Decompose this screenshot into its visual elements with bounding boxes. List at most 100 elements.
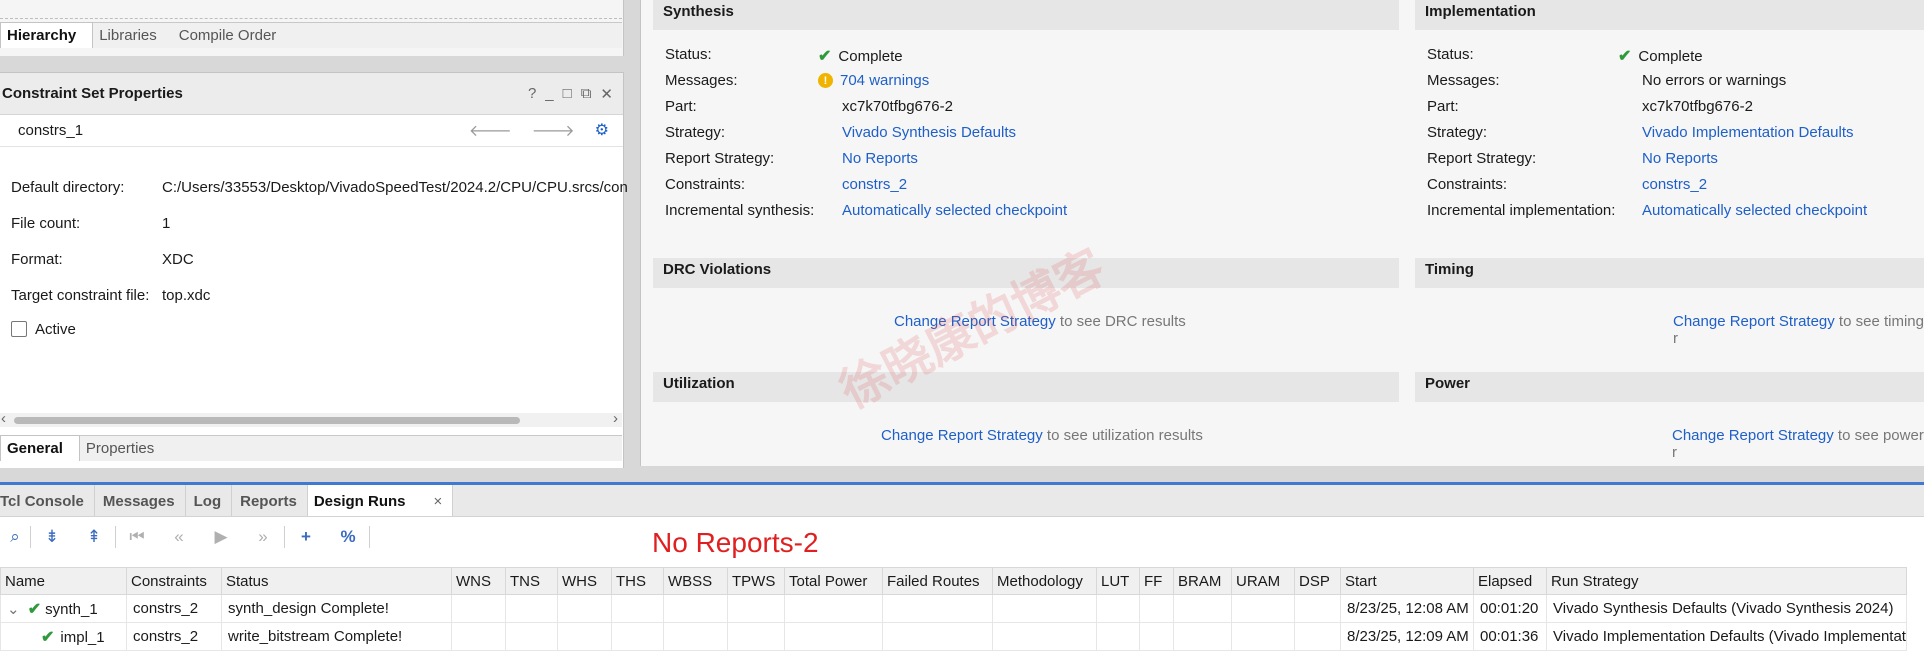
synth-status-value: Complete xyxy=(838,47,903,65)
util-change-strategy-link[interactable]: Change Report Strategy xyxy=(881,427,1043,444)
column-header[interactable]: WNS xyxy=(451,567,506,595)
table-cell xyxy=(557,594,612,623)
first-icon[interactable]: ⏮ xyxy=(116,527,158,547)
tab-properties[interactable]: Properties xyxy=(80,436,170,461)
tab-reports[interactable]: Reports xyxy=(240,485,308,516)
table-row[interactable]: ✔ impl_1 constrs_2 write_bitstream Comple… xyxy=(0,622,1907,651)
impl-incremental-link[interactable]: Automatically selected checkpoint xyxy=(1642,202,1867,219)
impl-strategy-link[interactable]: Vivado Implementation Defaults xyxy=(1642,124,1854,141)
column-header[interactable]: Failed Routes xyxy=(882,567,993,595)
label: Incremental implementation: xyxy=(1427,202,1616,219)
tab-compile-order[interactable]: Compile Order xyxy=(173,23,293,48)
column-header[interactable]: TPWS xyxy=(727,567,785,595)
tab-messages[interactable]: Messages xyxy=(103,485,186,516)
column-header[interactable]: Start xyxy=(1340,567,1474,595)
column-header[interactable]: DSP xyxy=(1294,567,1341,595)
table-cell: Vivado Synthesis Defaults (Vivado Synthe… xyxy=(1546,594,1907,623)
synth-strategy-row: Strategy: Vivado Synthesis Defaults xyxy=(665,124,1016,141)
table-cell xyxy=(505,594,558,623)
back-arrow-icon[interactable]: 🡐 xyxy=(469,120,512,141)
active-checkbox[interactable] xyxy=(11,321,27,337)
divider xyxy=(369,526,370,548)
impl-report-link[interactable]: No Reports xyxy=(1642,150,1718,167)
synth-incremental-link[interactable]: Automatically selected checkpoint xyxy=(842,202,1067,219)
column-header[interactable]: Methodology xyxy=(992,567,1097,595)
column-header[interactable]: TNS xyxy=(505,567,558,595)
table-cell xyxy=(882,622,993,651)
forward-arrow-icon[interactable]: 🡒 xyxy=(532,120,575,141)
chevron-down-icon[interactable]: ⌄ xyxy=(7,601,20,618)
label: Status: xyxy=(1427,46,1474,63)
column-header[interactable]: WHS xyxy=(557,567,612,595)
table-cell xyxy=(1231,622,1295,651)
impl-part-row: Part: xc7k70tfbg676-2 xyxy=(1427,98,1753,115)
help-icon[interactable]: ? xyxy=(528,85,536,103)
column-header[interactable]: Run Strategy xyxy=(1546,567,1907,595)
table-row[interactable]: ⌄ ✔ synth_1 constrs_2 synth_design Comple… xyxy=(0,594,1907,623)
search-icon[interactable]: ⌕ xyxy=(0,527,30,547)
column-header[interactable]: THS xyxy=(611,567,664,595)
project-summary-panel: Synthesis Status: ✔ Complete Messages:! 704… xyxy=(640,0,1924,466)
previous-icon[interactable]: « xyxy=(158,527,200,547)
synth-strategy-link[interactable]: Vivado Synthesis Defaults xyxy=(842,124,1016,141)
collapse-all-icon[interactable]: ⇟ xyxy=(31,527,73,547)
prop-value: C:/Users/33553/Desktop/VivadoSpeedTest/2… xyxy=(162,179,628,196)
table-cell xyxy=(451,622,506,651)
impl-strategy-row: Strategy: Vivado Implementation Defaults xyxy=(1427,124,1854,141)
play-icon[interactable]: ▶ xyxy=(200,527,242,547)
table-cell xyxy=(451,594,506,623)
table-cell xyxy=(882,594,993,623)
panel-titlebar: Constraint Set Properties ? _ □ ⧉ ✕ xyxy=(0,73,623,115)
float-icon[interactable]: ⧉ xyxy=(581,85,592,103)
column-header[interactable]: BRAM xyxy=(1173,567,1232,595)
tab-libraries[interactable]: Libraries xyxy=(93,23,173,48)
column-header[interactable]: Status xyxy=(221,567,452,595)
impl-constraints-link[interactable]: constrs_2 xyxy=(1642,176,1707,193)
column-header[interactable]: Total Power xyxy=(784,567,883,595)
scrollbar-thumb[interactable] xyxy=(14,417,520,424)
tab-design-runs[interactable]: Design Runs × xyxy=(307,485,454,516)
add-icon[interactable]: + xyxy=(285,527,327,547)
close-tab-icon[interactable]: × xyxy=(434,493,443,510)
column-header[interactable]: Elapsed xyxy=(1473,567,1547,595)
power-change-strategy-link[interactable]: Change Report Strategy xyxy=(1672,427,1834,444)
timing-change-strategy-link[interactable]: Change Report Strategy xyxy=(1673,313,1835,330)
table-cell xyxy=(1139,622,1174,651)
impl-status-row: Status: ✔ Complete xyxy=(1427,46,1703,66)
expand-all-icon[interactable]: ⇞ xyxy=(73,527,115,547)
tab-general[interactable]: General xyxy=(0,435,80,461)
percent-icon[interactable]: % xyxy=(327,527,369,547)
table-cell: Vivado Implementation Defaults (Vivado I… xyxy=(1546,622,1907,651)
maximize-icon[interactable]: □ xyxy=(563,85,572,103)
column-header[interactable]: WBSS xyxy=(663,567,728,595)
synth-report-link[interactable]: No Reports xyxy=(842,150,918,167)
tab-hierarchy[interactable]: Hierarchy xyxy=(0,22,94,48)
column-header[interactable]: LUT xyxy=(1096,567,1140,595)
synth-warnings-link[interactable]: 704 warnings xyxy=(840,72,929,89)
power-message: Change Report Strategy to see power r xyxy=(1672,427,1924,461)
synth-constraints-link[interactable]: constrs_2 xyxy=(842,176,907,193)
minimize-icon[interactable]: _ xyxy=(545,85,553,103)
run-name-cell[interactable]: ✔ impl_1 xyxy=(0,622,127,651)
design-runs-toolbar: ⌕ ⇟ ⇞ ⏮ « ▶ » + % xyxy=(0,520,370,554)
column-header[interactable]: FF xyxy=(1139,567,1174,595)
implementation-header: Implementation xyxy=(1415,0,1924,30)
panel-title: Constraint Set Properties xyxy=(2,85,183,102)
close-icon[interactable]: ✕ xyxy=(600,85,613,103)
gear-icon[interactable]: ⚙ xyxy=(595,120,609,141)
active-checkbox-row[interactable]: Active xyxy=(11,321,76,338)
run-name-cell[interactable]: ⌄ ✔ synth_1 xyxy=(0,594,127,623)
column-header[interactable]: Constraints xyxy=(126,567,222,595)
scroll-right-icon[interactable]: › xyxy=(613,410,618,427)
next-icon[interactable]: » xyxy=(242,527,284,547)
table-cell xyxy=(727,622,785,651)
tab-tcl-console[interactable]: Tcl Console xyxy=(0,485,95,516)
scroll-left-icon[interactable]: ‹ xyxy=(1,410,6,427)
column-header[interactable]: URAM xyxy=(1231,567,1295,595)
tab-log[interactable]: Log xyxy=(194,485,233,516)
prop-key: Format: xyxy=(11,251,63,268)
column-header[interactable]: Name xyxy=(0,567,127,595)
horizontal-scrollbar[interactable]: ‹ › xyxy=(0,410,622,427)
prop-value: XDC xyxy=(162,251,194,268)
table-cell xyxy=(992,622,1097,651)
